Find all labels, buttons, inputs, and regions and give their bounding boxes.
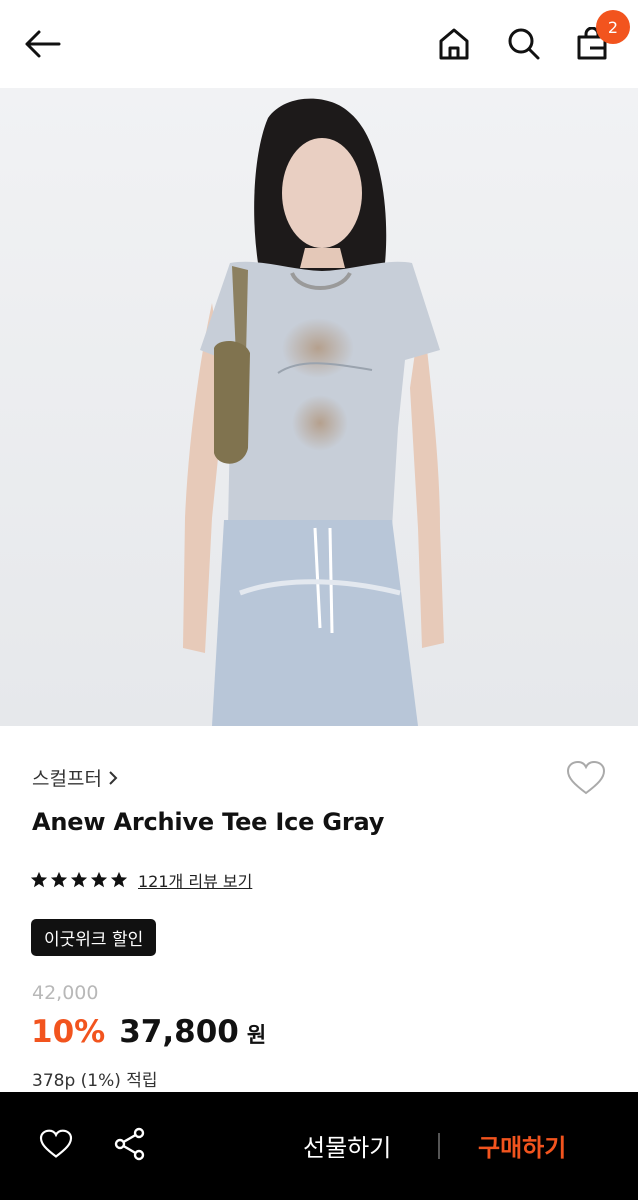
search-icon [508, 28, 540, 60]
buy-button[interactable]: 구매하기 [478, 1128, 566, 1163]
wishlist-button[interactable] [564, 756, 608, 800]
heart-outline-icon [39, 1129, 73, 1158]
home-icon [439, 28, 469, 60]
product-info-section: 스컬프터 Anew Archive Tee Ice Gray 121개 리뷰 보… [0, 726, 638, 1092]
star-icon [30, 871, 48, 888]
discount-rate: 10% [31, 1014, 106, 1050]
star-rating [30, 871, 128, 889]
star-icon [90, 871, 108, 888]
bottom-action-bar: 선물하기 구매하기 [0, 1092, 638, 1200]
rating-row: 121개 리뷰 보기 [30, 868, 252, 892]
brand-name: 스컬프터 [32, 768, 102, 790]
reviews-link[interactable]: 121개 리뷰 보기 [138, 868, 252, 892]
chevron-right-icon [109, 770, 118, 785]
sale-price: 37,800 [119, 1014, 239, 1050]
search-button[interactable] [502, 22, 546, 66]
share-button[interactable] [110, 1124, 150, 1164]
star-icon [50, 871, 68, 888]
promo-badge: 이굿위크 할인 [31, 919, 157, 956]
product-title: Anew Archive Tee Ice Gray [32, 808, 385, 836]
product-photo [0, 88, 638, 726]
brand-link[interactable]: 스컬프터 [32, 764, 118, 791]
cart-count-badge: 2 [596, 10, 630, 44]
original-price: 42,000 [32, 982, 99, 1004]
cart-button[interactable]: 2 [570, 10, 630, 66]
home-button[interactable] [432, 22, 476, 66]
share-icon [114, 1127, 145, 1161]
currency-label: 원 [246, 1023, 267, 1047]
divider [438, 1133, 440, 1159]
back-button[interactable] [20, 22, 64, 66]
like-button[interactable] [36, 1124, 76, 1164]
star-icon [110, 871, 128, 888]
heart-outline-icon [566, 760, 606, 795]
points-info: 378p (1%) 적립 [32, 1071, 158, 1091]
arrow-left-icon [25, 30, 61, 58]
product-image[interactable] [0, 88, 638, 726]
star-icon [70, 871, 88, 888]
top-navigation-bar: 2 [0, 0, 638, 88]
gift-button[interactable]: 선물하기 [303, 1128, 391, 1163]
price-row: 10% 37,800 원 [31, 1014, 266, 1050]
